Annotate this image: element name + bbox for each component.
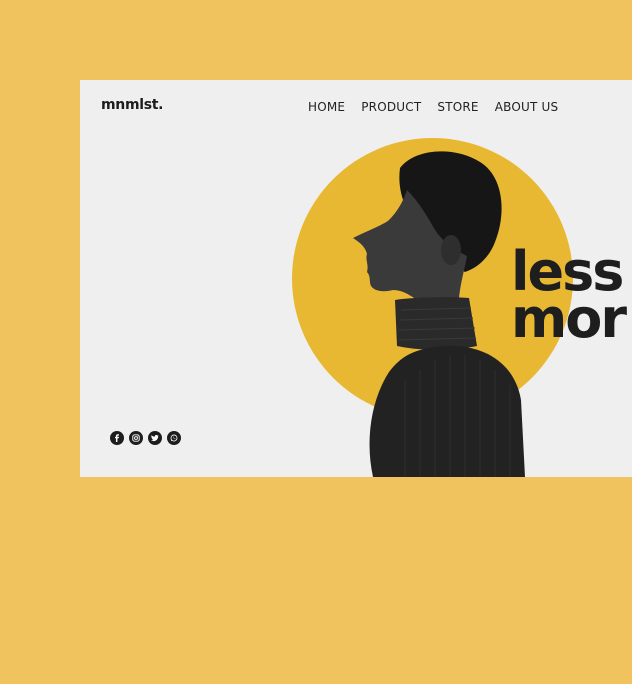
nav-item-home[interactable]: HOME — [308, 100, 345, 114]
brand-logo[interactable]: mnmlst. — [101, 97, 163, 113]
nav-item-store[interactable]: STORE — [437, 100, 478, 114]
facebook-icon[interactable] — [110, 431, 124, 445]
hero-headline: less mor — [511, 245, 627, 350]
whatsapp-icon[interactable] — [167, 431, 181, 445]
instagram-icon[interactable] — [129, 431, 143, 445]
main-nav: HOME PRODUCT STORE ABOUT US — [308, 100, 558, 114]
twitter-icon[interactable] — [148, 431, 162, 445]
hero-card: mnmlst. HOME PRODUCT STORE ABOUT US less… — [80, 80, 632, 477]
hero-headline-line-2: mor — [511, 287, 627, 350]
social-links — [110, 431, 181, 445]
nav-item-about-us[interactable]: ABOUT US — [495, 100, 559, 114]
hero-portrait-image — [353, 151, 525, 477]
nav-item-product[interactable]: PRODUCT — [361, 100, 421, 114]
